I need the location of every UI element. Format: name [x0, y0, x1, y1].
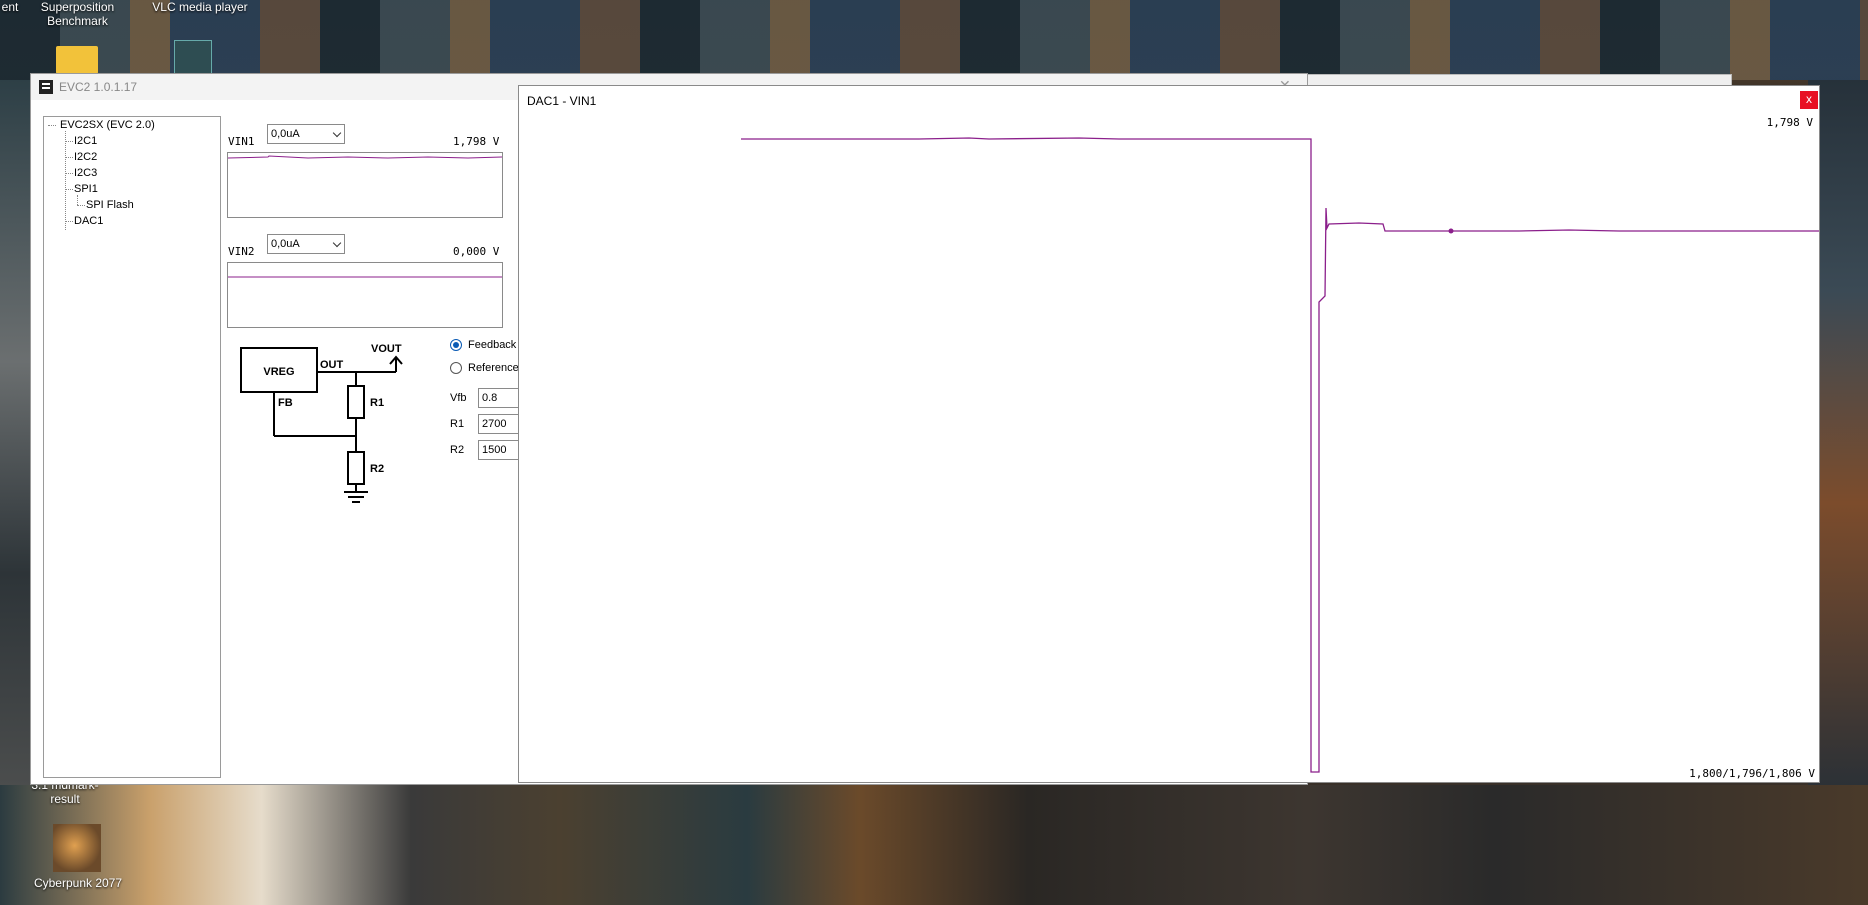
- feedback-label[interactable]: Feedback: [468, 339, 516, 351]
- device-tree: EVC2SX (EVC 2.0) I2C1 I2C2 I2C3 SPI1 SPI…: [43, 116, 221, 778]
- vin2-label: VIN2: [228, 245, 255, 258]
- r2-label: R2: [370, 463, 384, 475]
- tree-item-dac1[interactable]: DAC1: [74, 215, 103, 227]
- tree-connector: [65, 221, 73, 222]
- vin1-current-value: 0,0uA: [271, 128, 300, 140]
- vin2-voltage: 0,000 V: [453, 245, 500, 258]
- fb-label: FB: [278, 397, 293, 409]
- tree-connector: [65, 173, 73, 174]
- feedback-radio[interactable]: [450, 339, 462, 351]
- r2-field-label: R2: [450, 444, 465, 456]
- vout-label: VOUT: [371, 343, 402, 355]
- tree-connector: [65, 189, 73, 190]
- vin1-trace: [228, 155, 502, 159]
- vin2-current-select[interactable]: 0,0uA: [267, 234, 345, 254]
- reference-label[interactable]: Reference: [468, 362, 519, 374]
- tree-item-spi-flash[interactable]: SPI Flash: [86, 199, 134, 211]
- tree-connector: [65, 141, 73, 142]
- close-button[interactable]: x: [1800, 91, 1818, 109]
- chevron-down-icon: [332, 128, 342, 138]
- dac-titlebar[interactable]: DAC1 - VIN1 x: [519, 86, 1819, 114]
- vin2-trace-svg: [228, 276, 502, 278]
- regulator-schematic: VREG OUT FB VOUT R1 R2: [240, 343, 403, 503]
- desktop-icon-label[interactable]: Cyberpunk 2077: [28, 876, 128, 890]
- vin1-label: VIN1: [228, 135, 255, 148]
- wallpaper-top: [0, 0, 1868, 80]
- vin1-mini-plot: [227, 152, 503, 218]
- r1-label: R1: [370, 397, 384, 409]
- tree-connector: [77, 195, 78, 205]
- dac-window-title: DAC1 - VIN1: [527, 94, 597, 108]
- r1-field-label: R1: [450, 418, 465, 430]
- tree-item-i2c2[interactable]: I2C2: [74, 151, 97, 163]
- dac-plot-window: DAC1 - VIN1 x 1,798 V 1,800/1,796/1,806 …: [518, 85, 1820, 783]
- evc-window-title: EVC2 1.0.1.17: [59, 80, 138, 94]
- tree-connector: [65, 131, 66, 230]
- tree-connector: [48, 125, 56, 126]
- tree-item-i2c3[interactable]: I2C3: [74, 167, 97, 179]
- vin1-voltage: 1,798 V: [453, 135, 500, 148]
- reference-radio[interactable]: [450, 362, 462, 374]
- voltage-trace: [741, 137, 1819, 773]
- vin2-current-value: 0,0uA: [271, 238, 300, 250]
- trace-marker: [1448, 228, 1454, 234]
- vin1-trace-svg: [228, 155, 502, 159]
- tree-root[interactable]: EVC2SX (EVC 2.0): [60, 119, 155, 131]
- vreg-label: VREG: [263, 366, 294, 378]
- cyberpunk-icon[interactable]: [53, 824, 101, 872]
- out-label: OUT: [320, 359, 344, 371]
- vin1-current-select[interactable]: 0,0uA: [267, 124, 345, 144]
- chevron-down-icon: [332, 238, 342, 248]
- desktop-icon-label[interactable]: VLC media player: [140, 0, 260, 14]
- vin2-mini-plot: [227, 262, 503, 328]
- desktop-icon-label[interactable]: ent: [0, 0, 20, 14]
- tree-item-i2c1[interactable]: I2C1: [74, 135, 97, 147]
- vfb-label: Vfb: [450, 392, 467, 404]
- tree-connector: [77, 205, 85, 206]
- app-shortcut-icon[interactable]: [174, 40, 212, 76]
- voltage-trace-plot: [741, 137, 1819, 773]
- folder-icon[interactable]: [56, 46, 98, 74]
- tree-item-spi1[interactable]: SPI1: [74, 183, 98, 195]
- desktop-icon-label[interactable]: Superposition Benchmark: [30, 0, 125, 28]
- tree-connector: [65, 157, 73, 158]
- app-logo-icon: [39, 80, 53, 94]
- wallpaper-bottom: [0, 785, 1868, 905]
